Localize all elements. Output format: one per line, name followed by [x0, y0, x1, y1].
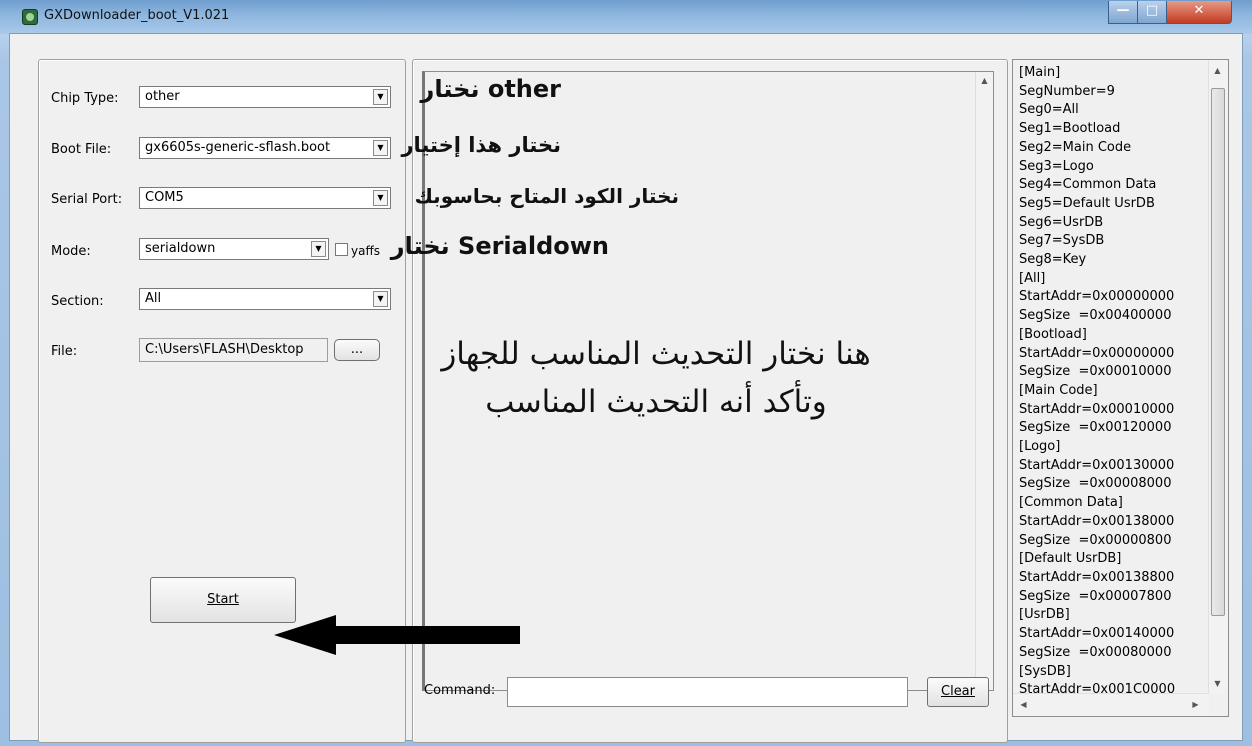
window-title: GXDownloader_boot_V1.021: [44, 8, 230, 23]
segment-info-line: [Default UsrDB]: [1019, 551, 1122, 567]
client-area: Chip Type: other ▼ Boot File: gx6605s-ge…: [9, 33, 1243, 743]
annotation-serial-port: نختار الكود المتاح بحاسوبك: [414, 184, 679, 208]
segment-info-panel[interactable]: [Main] SegNumber=9 Seg0=All Seg1=Bootloa…: [1012, 59, 1229, 717]
close-icon: ✕: [1193, 3, 1205, 18]
boot-file-label: Boot File:: [51, 142, 112, 157]
segment-info-line: SegSize =0x00000800: [1019, 532, 1172, 548]
start-label: Start: [207, 592, 239, 607]
segment-info-line: StartAddr=0x00140000: [1019, 626, 1175, 642]
yaffs-label: yaffs: [351, 244, 380, 258]
segment-info-line: StartAddr=0x00000000: [1019, 345, 1175, 361]
maximize-icon: □: [1145, 3, 1159, 18]
segment-info-line: SegSize =0x00007800: [1019, 588, 1172, 604]
segment-info-line: [All]: [1019, 270, 1046, 286]
segment-info-line: Seg1=Bootload: [1019, 121, 1121, 137]
app-icon: [22, 9, 38, 25]
segment-info-line: SegSize =0x00120000: [1019, 420, 1172, 436]
annotation-boot-file: نختار هذا إختيار: [401, 133, 561, 157]
clear-label: Clear: [941, 684, 975, 699]
command-label: Command:: [424, 683, 496, 698]
segment-info-line: StartAddr=0x00138000: [1019, 513, 1175, 529]
log-scrollbar[interactable]: ▲ ▼: [975, 72, 993, 690]
annotation-mode: نختار Serialdown: [390, 232, 609, 260]
segment-info-line: SegNumber=9: [1019, 83, 1115, 99]
segment-info-scrollbar[interactable]: ▲ ▼: [1208, 60, 1228, 694]
segment-info-line: StartAddr=0x00130000: [1019, 457, 1175, 473]
mode-select[interactable]: serialdown ▼: [139, 238, 329, 260]
serial-port-select[interactable]: COM5 ▼: [139, 187, 391, 209]
segment-info-line: Seg3=Logo: [1019, 158, 1094, 174]
boot-file-value: gx6605s-generic-sflash.boot: [145, 140, 331, 155]
scroll-left-icon[interactable]: ◀: [1015, 696, 1032, 713]
segment-info-line: [SysDB]: [1019, 663, 1071, 679]
minimize-icon: —: [1116, 3, 1130, 18]
maximize-button[interactable]: □: [1137, 1, 1167, 24]
annotation-file-line1: هنا نختار التحديث المناسب للجهاز: [441, 336, 871, 372]
segment-info-line: [Logo]: [1019, 439, 1061, 455]
segment-info-line: StartAddr=0x00010000: [1019, 401, 1175, 417]
segment-info-line: [UsrDB]: [1019, 607, 1070, 623]
segment-info-line: [Main]: [1019, 65, 1061, 80]
serial-port-value: COM5: [145, 190, 184, 205]
chevron-down-icon[interactable]: ▼: [373, 291, 388, 307]
mode-label: Mode:: [51, 244, 91, 259]
chevron-down-icon[interactable]: ▼: [373, 190, 388, 206]
segment-info-text: [Main] SegNumber=9 Seg0=All Seg1=Bootloa…: [1019, 64, 1175, 700]
segment-info-line: SegSize =0x00008000: [1019, 476, 1172, 492]
section-select[interactable]: All ▼: [139, 288, 391, 310]
clear-button[interactable]: Clear: [927, 677, 989, 707]
yaffs-checkbox[interactable]: [335, 243, 348, 256]
annotation-file-line2: وتأكد أنه التحديث المناسب: [485, 384, 827, 420]
segment-info-line: [Main Code]: [1019, 382, 1098, 398]
segment-info-hscrollbar[interactable]: ◀ ▶: [1013, 693, 1209, 716]
section-value: All: [145, 291, 162, 306]
annotation-chip-type: نختار other: [420, 75, 561, 103]
arrow-left-icon: [274, 615, 520, 655]
chevron-down-icon[interactable]: ▼: [373, 89, 388, 105]
browse-button[interactable]: ...: [334, 339, 380, 361]
scroll-down-icon[interactable]: ▼: [1209, 675, 1226, 692]
scroll-thumb[interactable]: [1211, 88, 1225, 616]
segment-info-line: Seg4=Common Data: [1019, 177, 1157, 193]
app-window: GXDownloader_boot_V1.021 — □ ✕ Chip Type…: [0, 0, 1252, 746]
command-input[interactable]: [507, 677, 908, 707]
segment-info-line: Seg7=SysDB: [1019, 233, 1105, 249]
serial-port-label: Serial Port:: [51, 192, 123, 207]
segment-info-line: SegSize =0x00010000: [1019, 364, 1172, 380]
chevron-down-icon[interactable]: ▼: [373, 140, 388, 156]
chip-type-value: other: [145, 89, 180, 104]
scroll-up-icon[interactable]: ▲: [1209, 62, 1226, 79]
segment-info-line: Seg2=Main Code: [1019, 139, 1132, 155]
mode-value: serialdown: [145, 241, 216, 256]
chevron-down-icon[interactable]: ▼: [311, 241, 326, 257]
log-output[interactable]: ▲ ▼: [422, 71, 994, 691]
file-label: File:: [51, 344, 78, 359]
boot-file-select[interactable]: gx6605s-generic-sflash.boot ▼: [139, 137, 391, 159]
minimize-button[interactable]: —: [1108, 1, 1138, 24]
section-label: Section:: [51, 294, 104, 309]
chip-type-select[interactable]: other ▼: [139, 86, 391, 108]
segment-info-line: [Common Data]: [1019, 495, 1123, 511]
segment-info-line: SegSize =0x00400000: [1019, 308, 1172, 324]
segment-info-line: Seg6=UsrDB: [1019, 214, 1104, 230]
file-path-field[interactable]: C:\Users\FLASH\Desktop: [139, 338, 328, 362]
chip-type-label: Chip Type:: [51, 91, 119, 106]
segment-info-line: Seg0=All: [1019, 102, 1079, 118]
segment-info-line: [Bootload]: [1019, 326, 1087, 342]
close-button[interactable]: ✕: [1166, 1, 1232, 24]
segment-info-line: Seg8=Key: [1019, 252, 1087, 268]
title-bar[interactable]: GXDownloader_boot_V1.021 — □ ✕: [0, 0, 1252, 34]
scroll-up-icon[interactable]: ▲: [976, 72, 993, 89]
scroll-right-icon[interactable]: ▶: [1187, 696, 1204, 713]
segment-info-line: Seg5=Default UsrDB: [1019, 195, 1155, 211]
segment-info-line: StartAddr=0x00000000: [1019, 289, 1175, 305]
segment-info-line: SegSize =0x00080000: [1019, 644, 1172, 660]
segment-info-line: StartAddr=0x00138800: [1019, 569, 1175, 585]
